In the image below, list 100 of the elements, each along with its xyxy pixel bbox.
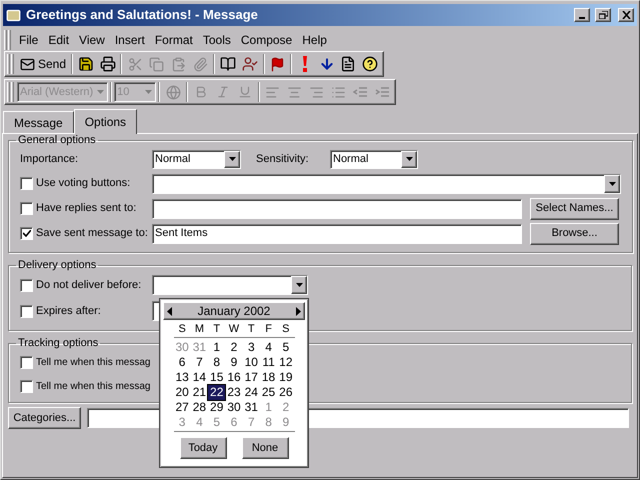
- toolbar-grip[interactable]: [7, 54, 14, 74]
- menu-item[interactable]: Help: [297, 30, 332, 48]
- group-title: Delivery options: [17, 259, 98, 272]
- caret-icon: [144, 90, 152, 94]
- dropdown-button[interactable]: [224, 150, 240, 168]
- menu-item[interactable]: Compose: [236, 30, 298, 48]
- checkbox[interactable]: [20, 380, 33, 392]
- checkbox-label: Do not deliver before:: [36, 278, 142, 293]
- calendar-day[interactable]: 21: [190, 385, 208, 400]
- calendar-button[interactable]: Today: [180, 437, 226, 459]
- weekday-label: S: [177, 322, 187, 336]
- calendar-day[interactable]: 22: [208, 385, 226, 400]
- checkbox-label: Save sent message to:: [36, 226, 148, 242]
- browse-button[interactable]: Browse...: [530, 222, 619, 244]
- calendar-day[interactable]: 16: [225, 370, 243, 385]
- select-names-button[interactable]: Select Names...: [530, 198, 619, 220]
- caret-icon: [96, 90, 104, 94]
- calendar-day[interactable]: 13: [174, 370, 191, 385]
- checkbox[interactable]: [20, 202, 33, 215]
- calendar-day[interactable]: 29: [208, 400, 226, 415]
- calendar-day[interactable]: 3: [242, 340, 260, 355]
- group-title: General options: [17, 134, 97, 147]
- calendar-day[interactable]: 19: [277, 370, 294, 385]
- tab[interactable]: Message: [3, 111, 74, 133]
- voting-dropdown[interactable]: [152, 174, 621, 194]
- text-field[interactable]: Sent Items: [152, 224, 522, 244]
- calendar-day[interactable]: 26: [277, 385, 294, 400]
- menu-item[interactable]: Insert: [110, 30, 150, 48]
- dropdown-button[interactable]: [604, 174, 620, 192]
- envelope-icon: [20, 56, 35, 72]
- calendar-day[interactable]: 20: [174, 385, 191, 400]
- field-label: Importance:: [20, 152, 80, 167]
- caret-icon: [296, 283, 302, 287]
- weekday-label: F: [264, 322, 273, 336]
- restore-icon: [598, 11, 608, 19]
- calendar-day[interactable]: 14: [190, 370, 208, 385]
- menu-item[interactable]: Format: [150, 30, 198, 48]
- menu-item[interactable]: View: [74, 30, 110, 48]
- calendar-day[interactable]: 10: [242, 355, 260, 370]
- text-field[interactable]: [152, 198, 522, 218]
- categories-button[interactable]: Categories...: [8, 407, 81, 429]
- calendar-day[interactable]: 12: [277, 355, 294, 370]
- calendar-day[interactable]: 11: [260, 355, 278, 370]
- checkbox-label: Tell me when this messag: [36, 356, 150, 370]
- toolbar-grip[interactable]: [4, 30, 11, 50]
- dropdown[interactable]: Normal: [330, 150, 418, 168]
- calendar-day[interactable]: 24: [242, 385, 260, 400]
- weekday-label: T: [212, 322, 222, 336]
- calendar-day[interactable]: 23: [225, 385, 243, 400]
- month-title: January 2002: [198, 303, 270, 320]
- calendar-day[interactable]: 4: [260, 340, 278, 355]
- calendar-day[interactable]: 30: [225, 400, 243, 415]
- dropdown-button[interactable]: [401, 150, 417, 168]
- calendar-day[interactable]: 6: [174, 355, 191, 370]
- calendar-day[interactable]: 18: [260, 370, 278, 385]
- calendar-day[interactable]: 5: [277, 340, 294, 355]
- checkbox[interactable]: [20, 177, 33, 190]
- calendar-day[interactable]: 15: [208, 370, 226, 385]
- menu-item[interactable]: Edit: [43, 30, 74, 48]
- tab[interactable]: Options: [74, 109, 138, 134]
- calendar-button[interactable]: None: [242, 437, 288, 459]
- weekday-label: S: [281, 322, 291, 336]
- calendar-day[interactable]: 28: [190, 400, 208, 415]
- date-field[interactable]: [152, 275, 308, 295]
- calendar-day[interactable]: 17: [242, 370, 260, 385]
- calendar-day[interactable]: 7: [190, 355, 208, 370]
- calendar-day[interactable]: 9: [225, 355, 243, 370]
- envelope-icon: [6, 8, 21, 22]
- calendar-day[interactable]: 27: [174, 400, 191, 415]
- group-title: Tracking options: [17, 337, 100, 350]
- dropdown[interactable]: Normal: [152, 150, 241, 168]
- caret-icon: [406, 157, 412, 161]
- checkbox[interactable]: [20, 304, 33, 318]
- calendar-day[interactable]: 2: [225, 340, 243, 355]
- send-button[interactable]: Send: [17, 53, 70, 75]
- window-title: Greetings and Salutations! - Message: [26, 6, 259, 24]
- weekday-label: M: [194, 322, 205, 336]
- checkbox-label: Expires after:: [36, 304, 101, 319]
- checkbox-label: Tell me when this messag: [36, 380, 150, 394]
- checkbox[interactable]: [20, 356, 33, 368]
- calendar-day[interactable]: 25: [260, 385, 278, 400]
- field-label: Sensitivity:: [256, 152, 310, 167]
- calendar-day[interactable]: 8: [208, 355, 226, 370]
- checkbox[interactable]: [20, 227, 33, 240]
- calendar-day[interactable]: 1: [208, 340, 226, 355]
- menu-item[interactable]: File: [14, 30, 44, 48]
- next-month-icon[interactable]: [296, 306, 301, 316]
- menu-item[interactable]: Tools: [198, 30, 236, 48]
- minimize-button[interactable]: [574, 8, 590, 22]
- checkbox-label: Have replies sent to:: [36, 201, 136, 216]
- calendar-day[interactable]: 31: [242, 400, 260, 415]
- close-button[interactable]: [618, 8, 634, 22]
- close-icon: [622, 11, 630, 19]
- caret-icon: [608, 182, 616, 186]
- restore-button[interactable]: [595, 8, 611, 22]
- checkbox-label: Use voting buttons:: [36, 176, 130, 192]
- previous-month-icon[interactable]: [167, 306, 172, 316]
- dropdown-button[interactable]: [291, 276, 307, 294]
- checkbox[interactable]: [20, 278, 33, 292]
- weekday-label: W: [228, 322, 240, 336]
